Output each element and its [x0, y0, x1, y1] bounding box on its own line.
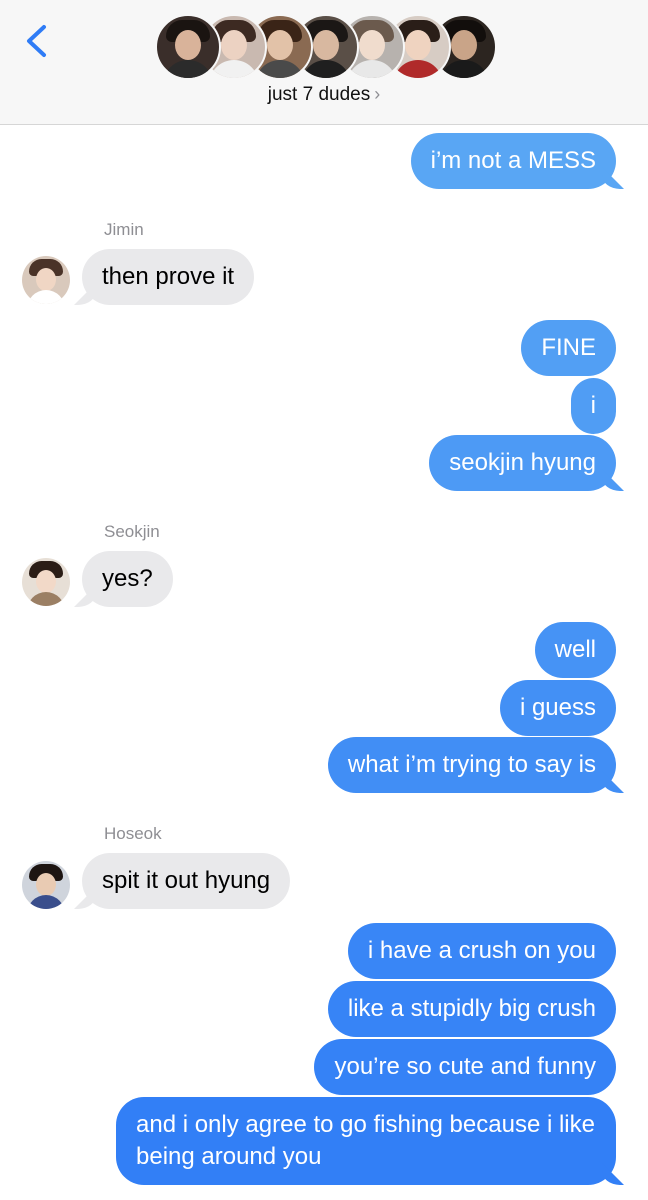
outgoing-message: like a stupidly big crush	[327, 981, 616, 1037]
sender-name: Hoseok	[104, 824, 162, 843]
jimin-avatar[interactable]	[22, 256, 70, 304]
chevron-left-icon[interactable]	[22, 24, 52, 58]
conversation-header: just 7 dudes ›	[0, 0, 648, 125]
outgoing-message: FINE	[521, 320, 616, 376]
chevron-right-icon: ›	[374, 84, 381, 104]
hoseok-avatar[interactable]	[22, 861, 70, 909]
incoming-message: yes?	[82, 551, 173, 607]
outgoing-message: seokjin hyung	[429, 435, 616, 491]
seokjin-avatar[interactable]	[22, 558, 70, 606]
outgoing-message: i have a crush on you	[347, 923, 616, 979]
incoming-message: spit it out hyung	[82, 853, 291, 909]
member-avatar	[155, 14, 221, 80]
group-name: just 7 dudes	[267, 84, 371, 105]
group-title[interactable]: just 7 dudes ›	[0, 84, 648, 106]
outgoing-message: well	[534, 622, 616, 678]
sender-name: Seokjin	[104, 522, 160, 541]
outgoing-message: i guess	[499, 680, 616, 736]
outgoing-message: i’m not a MESS	[410, 133, 616, 189]
outgoing-message: you’re so cute and funny	[314, 1039, 616, 1095]
group-avatars[interactable]	[155, 14, 497, 80]
outgoing-message: and i only agree to go fishing because i…	[116, 1097, 616, 1185]
outgoing-message: what i’m trying to say is	[327, 737, 616, 793]
incoming-message: then prove it	[82, 249, 255, 305]
sender-name: Jimin	[104, 220, 144, 239]
outgoing-message: i	[570, 378, 616, 434]
